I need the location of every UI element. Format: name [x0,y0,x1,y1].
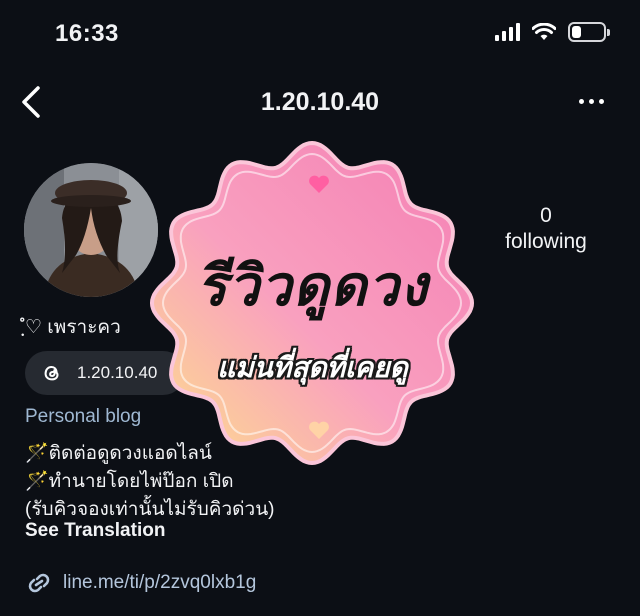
badge-title: รีวิวดูดวง [196,254,429,317]
display-name: ฺํ♡ เพราะคว [25,317,121,338]
badge-subtitle: แม่นที่สุดที่เคยดู [217,352,408,383]
nav-title: 1.20.10.40 [260,88,380,116]
threads-icon [44,366,59,381]
wifi-icon [532,23,556,40]
heart-icon [309,175,329,193]
avatar[interactable] [24,163,158,297]
status-icons [495,22,610,42]
following-label: following [505,230,587,253]
profile-link[interactable]: line.me/ti/p/2zvq0lxb1g [25,570,256,596]
profile-link-text: line.me/ti/p/2zvq0lxb1g [63,572,257,593]
promo-badge: รีวิวดูดวง แม่นที่สุดที่เคยดู [150,138,475,468]
following-count: 0 [540,204,552,227]
more-icon[interactable] [579,99,604,104]
heart-icon [309,421,329,439]
following-stat[interactable]: 0 following [486,203,606,255]
status-time: 16:33 [55,20,119,47]
see-translation-button[interactable]: See Translation [25,520,165,542]
signal-icon [495,23,520,41]
profile-category: Personal blog [25,406,142,427]
bio-line-2: 🪄ทำนายโดยไพ่ป๊อก เปิด [25,471,234,492]
threads-handle: 1.20.10.40 [77,363,158,382]
battery-icon [568,22,610,42]
link-icon [28,573,50,593]
